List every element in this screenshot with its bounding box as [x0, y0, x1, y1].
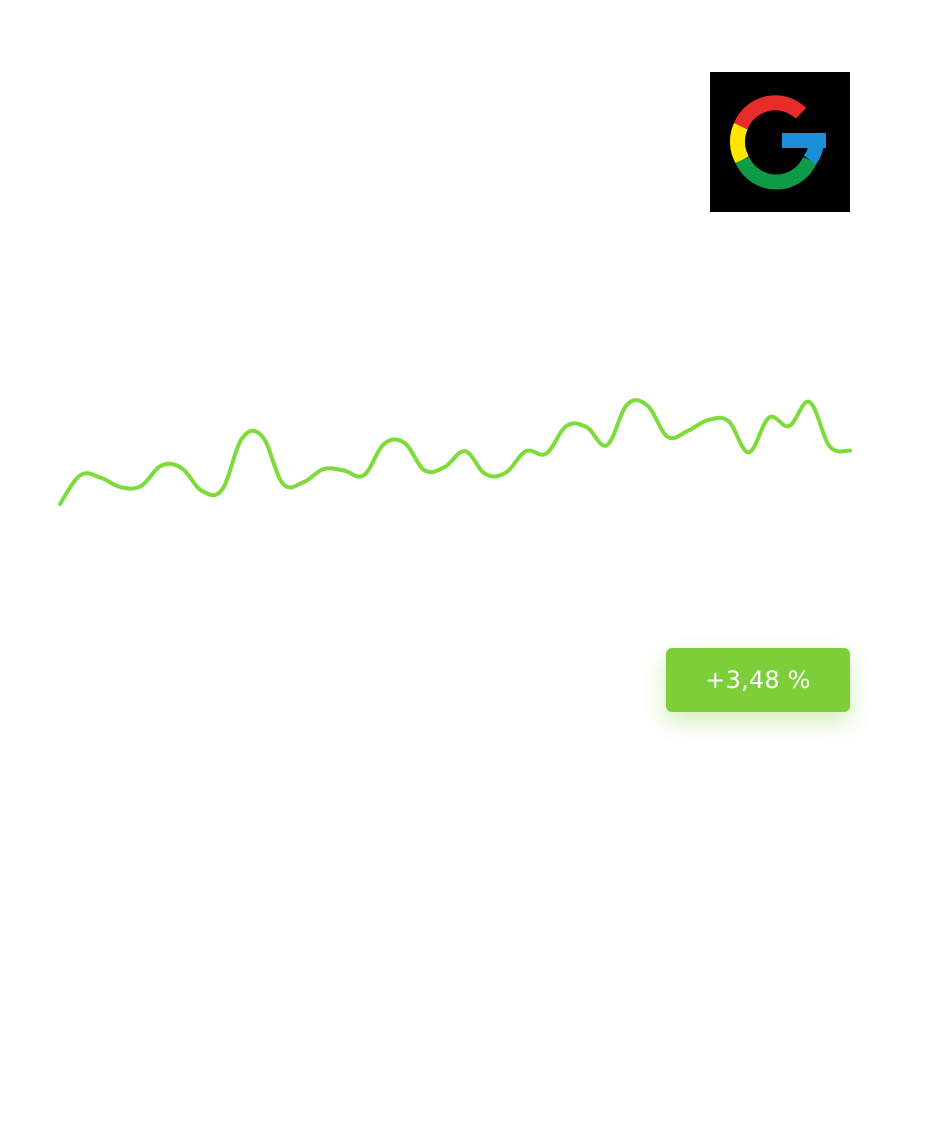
line-chart — [58, 398, 852, 506]
series-line — [58, 398, 852, 506]
change-percentage-badge: +3,48 % — [666, 648, 850, 712]
